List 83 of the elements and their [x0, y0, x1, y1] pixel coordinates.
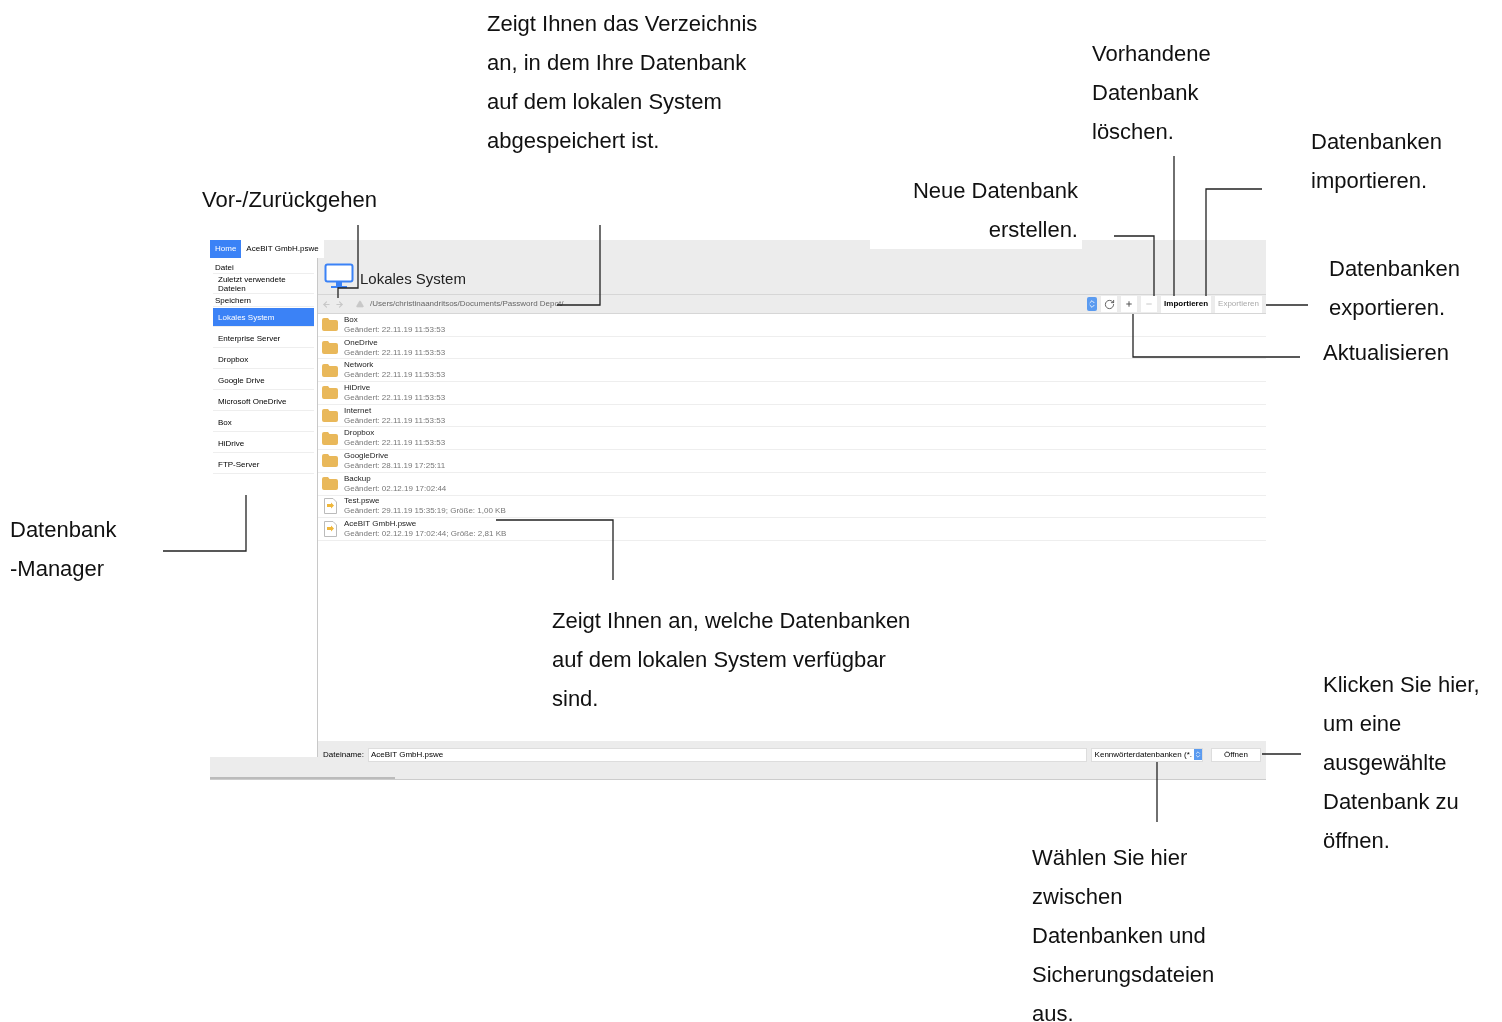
sidebar-item[interactable]: Microsoft OneDrive: [213, 392, 314, 411]
file-info: Geändert: 29.11.19 15:35:19; Größe: 1,00 KB: [344, 506, 506, 517]
file-row[interactable]: HiDrive Geändert: 22.11.19 11:53:53: [318, 382, 1266, 405]
file-row[interactable]: GoogleDrive Geändert: 28.11.19 17:25:11: [318, 450, 1266, 473]
file-info: Geändert: 22.11.19 11:53:53: [344, 324, 446, 335]
filter-dropdown[interactable]: Kennwörterdatenbanken (*.: [1090, 747, 1203, 762]
file-info: Geändert: 22.11.19 11:53:53: [344, 347, 446, 358]
file-row[interactable]: Internet Geändert: 22.11.19 11:53:53: [318, 404, 1266, 428]
location-title: Lokales System: [360, 268, 466, 289]
document-icon: [323, 521, 337, 538]
folder-icon: [322, 431, 338, 445]
path-field[interactable]: /Users/christinaandritsos/Documents/Password Depot/: [368, 297, 1084, 311]
plus-icon: [1125, 300, 1134, 308]
tab[interactable]: AceBIT GmbH.pswe: [241, 240, 324, 258]
folder-icon: [322, 386, 338, 400]
filename-field[interactable]: AceBIT GmbH.pswe: [367, 747, 1087, 762]
file-name: AceBIT GmbH.pswe: [344, 519, 418, 530]
folder-icon: [322, 363, 338, 377]
file-row[interactable]: Box Geändert: 22.11.19 11:53:53: [318, 314, 1266, 337]
refresh-icon: [1103, 298, 1115, 310]
sidebar-item[interactable]: Enterprise Server: [213, 329, 314, 348]
folder-icon: [322, 409, 338, 423]
file-row[interactable]: OneDrive Geändert: 22.11.19 11:53:53: [318, 336, 1266, 360]
document-icon: [323, 498, 337, 515]
annotation-text: Zeigt Ihnen das Verzeichnis an, in dem Ihre Datenbank auf dem lokalen System abgespeichert ist.: [487, 10, 759, 155]
sidebar-item[interactable]: HiDrive: [213, 434, 314, 453]
file-info: Geändert: 22.11.19 11:53:53: [344, 370, 446, 381]
sidebar-item[interactable]: Box: [213, 413, 314, 432]
file-row[interactable]: AceBIT GmbH.pswe Geändert: 02.12.19 17:02:44; Größe: 2,81 KB: [318, 518, 1266, 541]
file-name: Test.pswe: [344, 496, 381, 507]
file-name: HiDrive: [344, 382, 372, 393]
dropdown-stepper-icon[interactable]: [1087, 297, 1098, 311]
file-name: OneDrive: [344, 337, 379, 348]
annotation-text: Vor-/Zurückgehen: [202, 186, 378, 214]
annotation-text: Klicken Sie hier, um eine ausgewählte Datenbank zu öffnen.: [1323, 671, 1481, 855]
sidebar-header: Datei: [213, 262, 314, 274]
folder-icon: [322, 477, 338, 491]
annotation-text: Wählen Sie hier zwischen Datenbanken und Sicherungsdateien aus.: [1032, 844, 1216, 1022]
leader-line: [1156, 761, 1158, 823]
toolbar-button[interactable]: Importieren: [1161, 295, 1212, 313]
sidebar-item[interactable]: Lokales System: [213, 308, 314, 327]
file-name: Network: [344, 360, 375, 371]
file-name: GoogleDrive: [344, 450, 390, 461]
file-name: Backup: [344, 473, 372, 484]
leader-line: [1265, 304, 1309, 306]
file-name: Internet: [344, 405, 373, 416]
file-info: Geändert: 02.12.19 17:02:44: [344, 483, 447, 494]
add-button[interactable]: [1121, 296, 1138, 312]
chevrons-icon: [1194, 749, 1202, 760]
folder-icon: [322, 318, 338, 332]
file-name: Dropbox: [344, 428, 376, 439]
file-info: Geändert: 22.11.19 11:53:53: [344, 438, 446, 449]
scrollbar-thumb[interactable]: [210, 777, 395, 779]
leader-line: [1261, 753, 1302, 755]
file-info: Geändert: 28.11.19 17:25:11: [344, 460, 446, 471]
annotation-text: Datenbanken exportieren.: [1329, 255, 1461, 322]
annotation-text: Zeigt Ihnen an, welche Datenbanken auf dem lokalen System verfügbar sind.: [552, 607, 912, 713]
file-info: Geändert: 22.11.19 11:53:53: [344, 392, 446, 403]
tab[interactable]: Home: [210, 240, 242, 258]
folder-icon: [322, 454, 338, 468]
open-button[interactable]: Öffnen: [1211, 747, 1261, 762]
file-name: Box: [344, 314, 359, 325]
file-info: Geändert: 22.11.19 11:53:53: [344, 415, 446, 426]
file-row[interactable]: Test.pswe Geändert: 29.11.19 15:35:19; Größe: 1,00 KB: [318, 495, 1266, 519]
file-info: Geändert: 02.12.19 17:02:44; Größe: 2,81 KB: [344, 529, 507, 540]
sidebar-item[interactable]: FTP-Server: [213, 455, 314, 474]
annotation-text: Vorhandene Datenbank löschen.: [1092, 40, 1212, 146]
file-row[interactable]: Dropbox Geändert: 22.11.19 11:53:53: [318, 427, 1266, 451]
leader-line: [1113, 235, 1155, 297]
monitor-icon: [324, 263, 354, 289]
filename-label: Dateiname:: [323, 748, 364, 761]
sidebar-item[interactable]: Google Drive: [213, 371, 314, 390]
minus-icon: [1145, 300, 1154, 308]
file-row[interactable]: Backup Geändert: 02.12.19 17:02:44: [318, 472, 1266, 496]
folder-icon: [322, 341, 338, 355]
file-row[interactable]: Network Geändert: 22.11.19 11:53:53: [318, 359, 1266, 383]
annotation-text: Datenbank -Manager: [10, 516, 118, 583]
annotation-text: Datenbanken importieren.: [1311, 128, 1443, 195]
annotation-text: Aktualisieren: [1323, 339, 1450, 367]
refresh-button[interactable]: [1101, 296, 1118, 312]
sidebar-item[interactable]: Zuletzt verwendete Dateien: [213, 275, 314, 294]
sidebar-header: Speichern: [213, 295, 314, 307]
sidebar-item[interactable]: Dropbox: [213, 350, 314, 369]
